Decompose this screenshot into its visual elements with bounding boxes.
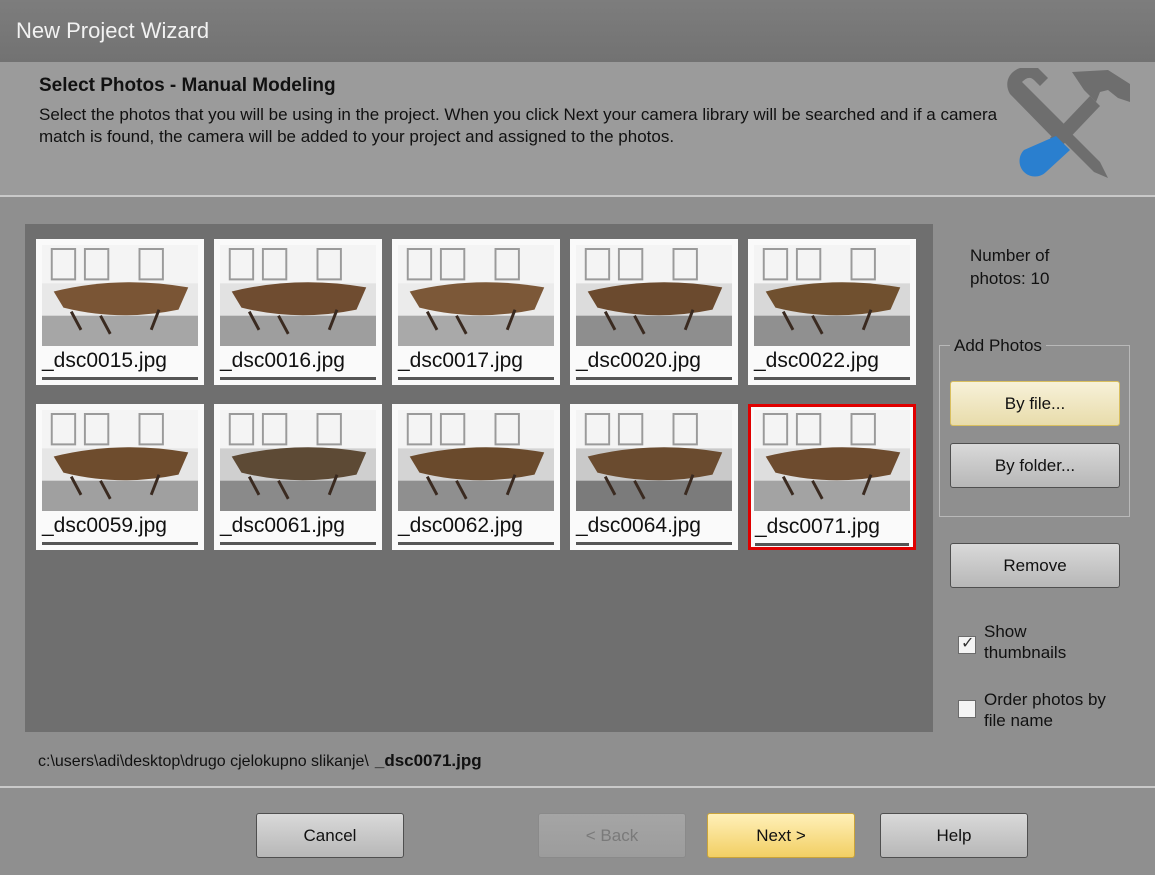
photo-filename-underline	[576, 377, 732, 380]
photo-filename-underline	[398, 542, 554, 545]
show-thumbnails-label: Show thumbnails	[984, 622, 1067, 662]
photo-filename: _dsc0059.jpg	[42, 514, 167, 537]
photo-thumbnail[interactable]: _dsc0064.jpg	[570, 404, 738, 550]
tools-icon	[1007, 68, 1130, 178]
photo-filename: _dsc0071.jpg	[755, 515, 880, 538]
photo-filename: _dsc0061.jpg	[220, 514, 345, 537]
photo-filename-underline	[42, 542, 198, 545]
photo-thumbnail[interactable]: _dsc0071.jpg	[748, 404, 916, 550]
wizard-header: Select Photos - Manual Modeling Select t…	[0, 62, 1155, 195]
photo-thumbnail[interactable]: _dsc0061.jpg	[214, 404, 382, 550]
photo-thumbnail[interactable]: _dsc0059.jpg	[36, 404, 204, 550]
next-button[interactable]: Next >	[707, 813, 855, 858]
photo-filename: _dsc0015.jpg	[42, 349, 167, 372]
window-title: New Project Wizard	[0, 0, 1155, 62]
add-photos-group	[939, 345, 1130, 517]
photo-filename-underline	[220, 542, 376, 545]
photo-image	[220, 410, 376, 511]
header-separator	[0, 195, 1155, 197]
photo-thumbnail[interactable]: _dsc0022.jpg	[748, 239, 916, 385]
photo-thumbnail[interactable]: _dsc0016.jpg	[214, 239, 382, 385]
back-button[interactable]: < Back	[538, 813, 686, 858]
photo-image	[42, 410, 198, 511]
add-photos-group-label: Add Photos	[950, 336, 1046, 356]
photo-filename: _dsc0062.jpg	[398, 514, 523, 537]
check-icon: ✓	[961, 635, 975, 652]
footer-separator	[0, 786, 1155, 788]
cancel-button[interactable]: Cancel	[256, 813, 404, 858]
selected-photo-path: c:\users\adi\desktop\drugo cjelokupno sl…	[38, 751, 482, 771]
photo-grid[interactable]: _dsc0015.jpg _dsc0016.jpg _dsc0017.jpg _dsc…	[25, 224, 933, 732]
path-file: _dsc0071.jpg	[374, 751, 482, 770]
photo-image	[754, 410, 910, 511]
photo-thumbnail[interactable]: _dsc0017.jpg	[392, 239, 560, 385]
order-by-name-label: Order photos by file name	[984, 690, 1106, 730]
photo-filename: _dsc0022.jpg	[754, 349, 879, 372]
photo-image	[576, 245, 732, 346]
by-folder-button[interactable]: By folder...	[950, 443, 1120, 488]
photo-image	[576, 410, 732, 511]
photo-filename-underline	[576, 542, 732, 545]
photo-filename: _dsc0017.jpg	[398, 349, 523, 372]
photo-filename: _dsc0064.jpg	[576, 514, 701, 537]
remove-button[interactable]: Remove	[950, 543, 1120, 588]
path-folder: c:\users\adi\desktop\drugo cjelokupno sl…	[38, 753, 369, 770]
show-thumbnails-checkbox[interactable]: ✓	[958, 635, 976, 654]
by-file-button[interactable]: By file...	[950, 381, 1120, 426]
photo-filename-underline	[754, 377, 910, 380]
photo-thumbnail[interactable]: _dsc0015.jpg	[36, 239, 204, 385]
photo-filename-underline	[755, 543, 909, 546]
help-button[interactable]: Help	[880, 813, 1028, 858]
photo-filename-underline	[398, 377, 554, 380]
photo-filename: _dsc0016.jpg	[220, 349, 345, 372]
photo-count: Number of photos: 10	[970, 246, 1050, 288]
photo-image	[754, 245, 910, 346]
photo-thumbnail[interactable]: _dsc0020.jpg	[570, 239, 738, 385]
photo-filename-underline	[220, 377, 376, 380]
photo-image	[398, 410, 554, 511]
photo-filename-underline	[42, 377, 198, 380]
photo-image	[42, 245, 198, 346]
photo-image	[220, 245, 376, 346]
photo-image	[398, 245, 554, 346]
photo-filename: _dsc0020.jpg	[576, 349, 701, 372]
page-description: Select the photos that you will be using…	[39, 105, 998, 146]
photo-thumbnail[interactable]: _dsc0062.jpg	[392, 404, 560, 550]
order-by-name-checkbox[interactable]	[958, 700, 976, 718]
page-title: Select Photos - Manual Modeling	[39, 75, 336, 96]
